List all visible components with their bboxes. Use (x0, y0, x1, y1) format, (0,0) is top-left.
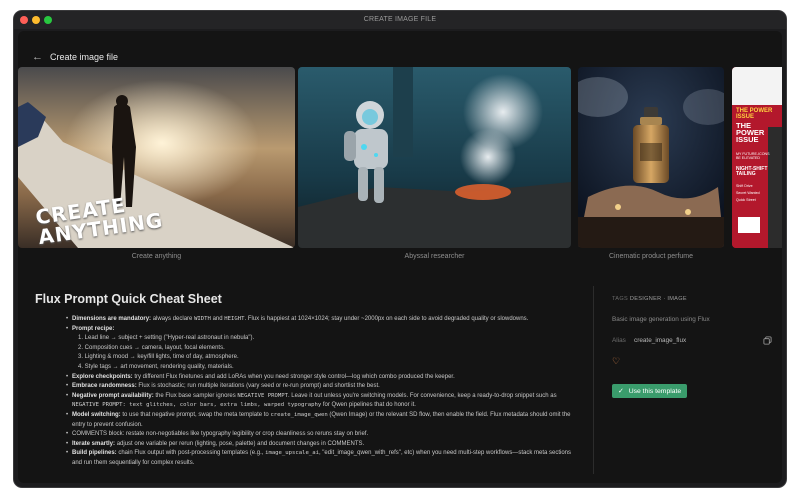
alias-label: Alias (612, 337, 626, 344)
favorite-heart-icon[interactable]: ♡ (612, 356, 772, 367)
minimize-window-button[interactable] (32, 16, 40, 24)
bullet-text: and (210, 316, 225, 322)
cover-line: MY FUTURE-ICONS BE ELEVATED (736, 152, 770, 160)
tags-label: TAGS (612, 296, 629, 302)
template-description: Basic image generation using Flux (612, 316, 710, 323)
cover-headline-large: THE POWER ISSUE (736, 121, 765, 144)
inline-code: HEIGHT (224, 316, 245, 322)
bullet-heading: Build pipelines: (72, 450, 117, 457)
bullet-text: always declare (151, 316, 195, 322)
gallery-card-create-anything[interactable]: CREATE ANYTHING Create anything (18, 67, 295, 260)
page-header: ← Create image file (32, 51, 118, 63)
gallery-caption: Create anything (131, 253, 182, 260)
cheat-sheet-bullet: Negative prompt availability: the Flux b… (35, 392, 580, 411)
cheat-sheet-bullet: Embrace randomness: Flux is stochastic; … (35, 382, 580, 392)
bullet-text: 2. Composition cues → camera, layout, fo… (78, 344, 225, 351)
bullet-heading: Embrace randomness: (72, 383, 137, 390)
bullet-heading: Explore checkpoints: (72, 373, 133, 380)
template-gallery: CREATE ANYTHING Create anything Abyssal … (18, 67, 782, 267)
back-arrow-icon[interactable]: ← (32, 51, 43, 63)
cheat-sheet-bullet: Iterate smartly: adjust one variable per… (35, 440, 580, 450)
inline-code: image_upscale_ai (265, 450, 319, 457)
bullet-text: 4. Style tags → art movement, rendering … (78, 363, 234, 370)
app-window: CREATE IMAGE FILE ← Create image file CR… (14, 11, 786, 487)
bullet-text: . Flux is happiest at 1024×1024; stay un… (244, 316, 529, 322)
cheat-sheet-bullet: Explore checkpoints: try different Flux … (35, 373, 580, 383)
gallery-card-magazine[interactable]: THE POWER ISSUE THE POWER ISSUE MY FUTUR… (732, 67, 782, 260)
bullet-text: . Leave it out unless you're switching m… (287, 392, 557, 399)
inline-code: NEGATIVE PROMPT (237, 392, 288, 399)
gallery-card-abyssal-researcher[interactable]: Abyssal researcher (298, 67, 571, 260)
tags-row: TAGS DESIGNER · IMAGE (612, 296, 772, 302)
zoom-window-button[interactable] (44, 16, 52, 24)
cheat-sheet-bullet: Dimensions are mandatory: always declare… (35, 315, 580, 325)
alias-value: create_image_flux (634, 337, 687, 344)
bullet-text: 3. Lighting & mood → key/fill lights, ti… (78, 354, 239, 361)
bullet-heading: Iterate smartly: (72, 440, 116, 447)
bullet-heading: Prompt recipe: (72, 325, 115, 332)
cheat-sheet: Flux Prompt Quick Cheat Sheet Dimensions… (35, 292, 580, 469)
checkmark-icon: ✓ (618, 388, 624, 395)
gallery-caption: Abyssal researcher (404, 253, 465, 260)
alias-row: Alias create_image_flux (612, 336, 772, 345)
gallery-image (578, 67, 724, 248)
close-window-button[interactable] (20, 16, 28, 24)
bullet-heading: Negative prompt availability: (72, 392, 154, 399)
bullet-text: chain Flux output with post-processing t… (116, 450, 266, 457)
cheat-sheet-step: 3. Lighting & mood → key/fill lights, ti… (35, 353, 580, 363)
bullet-text: COMMENTS block: restate non-negotiables … (72, 431, 369, 438)
gallery-image: THE POWER ISSUE THE POWER ISSUE MY FUTUR… (732, 67, 782, 248)
tags-value: DESIGNER · IMAGE (629, 296, 687, 302)
cheat-sheet-step: 2. Composition cues → camera, layout, fo… (35, 344, 580, 354)
gallery-caption: Cinematic product perfume (608, 253, 694, 260)
cover-line: Secret Wanted (736, 191, 760, 195)
cover-headline: THE POWER ISSUE (736, 108, 773, 120)
content-divider (593, 286, 594, 474)
gallery-image: CREATE ANYTHING (18, 67, 295, 248)
inline-code: create_image_qwen (270, 411, 328, 418)
cheat-sheet-bullet: Build pipelines: chain Flux output with … (35, 449, 580, 468)
bullet-text: Flux is stochastic; run multiple iterati… (136, 383, 380, 390)
bullet-text: 1. Lead line → subject + setting ("Hyper… (78, 335, 255, 342)
main-panel: ← Create image file CREATE ANYTHING Crea… (18, 31, 782, 483)
bullet-heading: Dimensions are mandatory: (72, 316, 152, 322)
bullet-text: try different Flux finetunes and add LoR… (132, 373, 455, 380)
bullet-text: the Flux base sampler ignores (153, 392, 238, 399)
bullet-text: to use that negative prompt, swap the me… (120, 411, 271, 418)
inline-code: NEGATIVE PROMPT: text glitches, color ba… (72, 402, 322, 409)
cover-line: Quick Street (736, 198, 756, 202)
cover-line: NIGHT-SHIFT TAILING (736, 166, 768, 177)
bullet-heading: Model switching: (72, 411, 121, 418)
title-bar: CREATE IMAGE FILE (14, 11, 786, 29)
use-template-label: Use this template (628, 387, 682, 395)
cheat-sheet-step: 1. Lead line → subject + setting ("Hyper… (35, 334, 580, 344)
gallery-caption: M (732, 253, 782, 260)
cheat-sheet-bullet: COMMENTS block: restate non-negotiables … (35, 430, 580, 440)
bullet-text: for Qwen pipelines that do honor it. (321, 402, 416, 409)
cheat-sheet-title: Flux Prompt Quick Cheat Sheet (35, 292, 222, 306)
bullet-text: adjust one variable per rerun (lighting,… (115, 440, 365, 447)
cheat-sheet-step: 4. Style tags → art movement, rendering … (35, 363, 580, 373)
gallery-card-product-perfume[interactable]: Cinematic product perfume (578, 67, 724, 260)
use-template-button[interactable]: ✓ Use this template (612, 384, 688, 398)
inline-code: WIDTH (194, 316, 211, 322)
page-title: Create image file (50, 52, 119, 62)
gallery-image (298, 67, 571, 248)
cheat-sheet-bullet: Model switching: to use that negative pr… (35, 411, 580, 430)
copy-icon[interactable] (763, 336, 772, 345)
template-details: TAGS DESIGNER · IMAGE Basic image genera… (612, 296, 772, 398)
cheat-sheet-bullet: Prompt recipe: (35, 325, 580, 335)
window-title: CREATE IMAGE FILE (363, 16, 437, 23)
cheat-sheet-list: Dimensions are mandatory: always declare… (35, 315, 580, 469)
cover-line: Shift Drive (736, 184, 753, 188)
